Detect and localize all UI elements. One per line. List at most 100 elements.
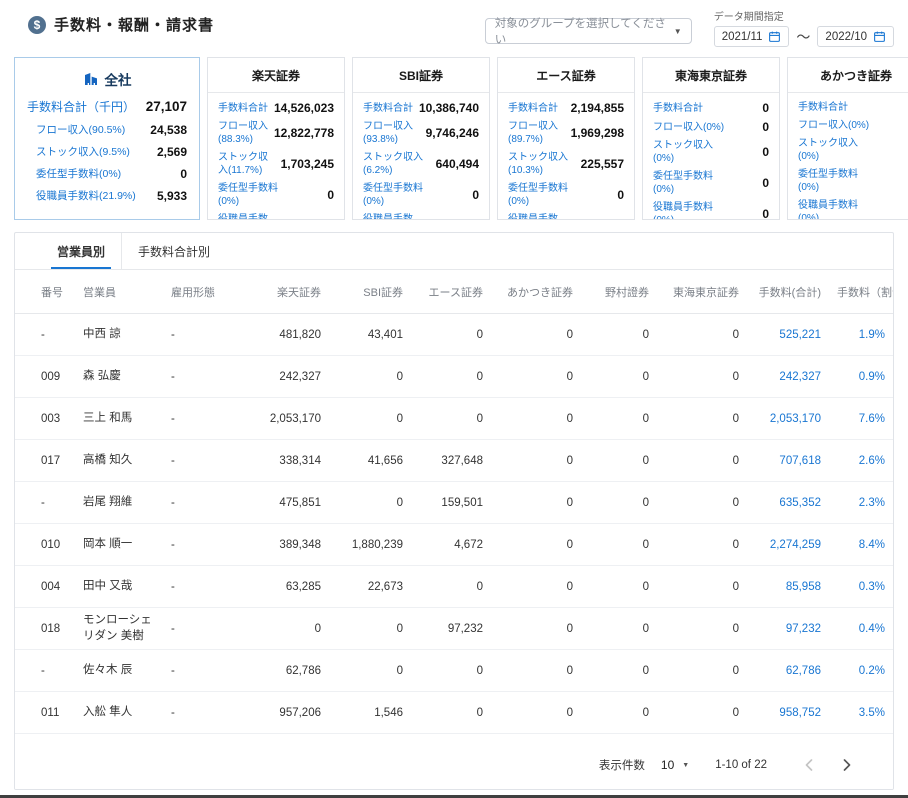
stat-value: 2,194,855 [571, 101, 624, 115]
app-screen: $ 手数料・報酬・請求書 対象のグループを選択してください ▼ データ期間指定 … [0, 0, 908, 790]
table-cell: 003 [15, 413, 75, 425]
stat-label: ストック収入(11.7%) [218, 151, 277, 177]
table-cell: 0 [411, 371, 491, 383]
table-cell: 0 [581, 413, 657, 425]
table-cell: 525,221 [747, 329, 829, 341]
table-cell: 田中 又哉 [75, 579, 163, 595]
table-cell: 481,820 [233, 329, 329, 341]
table-cell: - [163, 665, 233, 677]
table-row[interactable]: 018モンローシェリダン 美樹-0097,23200097,2320.4% [15, 608, 893, 650]
stat-row: 手数料合計0 [653, 101, 769, 115]
stat-label: ストック収入(0%) [653, 139, 727, 165]
table-row[interactable]: 010岡本 順一-389,3481,880,2394,6720002,274,2… [15, 524, 893, 566]
period-to-value: 2022/10 [825, 31, 867, 43]
broker-summary-card: SBI証券手数料合計10,386,740フロー収入(93.8%)9,746,24… [352, 57, 490, 220]
column-header: 東海東京証券 [657, 284, 747, 300]
table-cell: 0 [491, 707, 581, 719]
stat-label: ストック収入(10.3%) [508, 151, 577, 177]
table-cell: 0.3% [829, 581, 893, 593]
tabs: 営業員別 手数料合計別 [15, 233, 893, 270]
table-cell: 0 [581, 539, 657, 551]
column-header: エース証券 [411, 284, 491, 300]
table-cell: 中西 諒 [75, 327, 163, 343]
table-cell: 0 [411, 581, 491, 593]
table-row[interactable]: 011入舩 隼人-957,2061,5460000958,7523.5% [15, 692, 893, 734]
stat-value: 0 [762, 176, 769, 190]
broker-summary-card: 東海東京証券手数料合計0フロー収入(0%)0ストック収入(0%)0委任型手数料(… [642, 57, 780, 220]
stat-label: 手数料合計 [653, 102, 703, 115]
table-cell: 0 [581, 455, 657, 467]
stat-value: 0 [617, 188, 624, 202]
table-cell: 0 [411, 707, 491, 719]
stat-row: 委任型手数料(0%)0 [218, 182, 334, 208]
table-cell: 009 [15, 371, 75, 383]
stat-value: 1,969,298 [571, 126, 624, 140]
stat-label: 役職員手数料(0%) [653, 201, 727, 220]
table-cell: 0 [329, 665, 411, 677]
table-cell: 41,656 [329, 455, 411, 467]
stat-value: 24,538 [150, 123, 187, 137]
table-cell: 0 [581, 329, 657, 341]
stat-value: 5,933 [157, 189, 187, 203]
stat-label: フロー収入(90.5%) [36, 122, 125, 137]
table-cell: 入舩 隼人 [75, 705, 163, 721]
table-cell: - [15, 665, 75, 677]
table-cell: 0 [657, 707, 747, 719]
stat-label: 委任型手数料(0%) [508, 182, 582, 208]
table-cell: - [163, 623, 233, 635]
tab-by-salesperson[interactable]: 営業員別 [41, 233, 121, 269]
table-cell: 高橋 知久 [75, 453, 163, 469]
table-cell: - [163, 497, 233, 509]
table-cell: 43,401 [329, 329, 411, 341]
group-select[interactable]: 対象のグループを選択してください ▼ [485, 18, 692, 44]
period-from-input[interactable]: 2021/11 [714, 26, 790, 47]
stat-label: 役職員手数料(9.2%) [218, 213, 277, 220]
table-row[interactable]: -岩尾 翔維-475,8510159,501000635,3522.3% [15, 482, 893, 524]
chevron-right-icon [837, 755, 857, 775]
table-cell: 0 [491, 581, 581, 593]
table-row[interactable]: 003三上 和馬-2,053,170000002,053,1707.6% [15, 398, 893, 440]
stat-label: フロー収入(89.7%) [508, 120, 567, 146]
tab-by-fee-total[interactable]: 手数料合計別 [121, 233, 226, 269]
stat-label: 手数料合計 [798, 101, 848, 114]
table-row[interactable]: 009森 弘慶-242,32700000242,3270.9% [15, 356, 893, 398]
table-cell: 0 [657, 665, 747, 677]
page-size-select[interactable]: 10 ▼ [661, 758, 689, 772]
stat-label: 手数料合計 [218, 102, 268, 115]
table-row[interactable]: -佐々木 辰-62,7860000062,7860.2% [15, 650, 893, 692]
broker-cards: 楽天証券手数料合計14,526,023フロー収入(88.3%)12,822,77… [207, 57, 908, 220]
broker-card-body: 手数料合計2,194,855フロー収入(89.7%)1,969,298ストック収… [498, 93, 634, 220]
table-cell: 佐々木 辰 [75, 663, 163, 679]
table-row[interactable]: -中西 諒-481,82043,4010000525,2211.9% [15, 314, 893, 356]
topbar: $ 手数料・報酬・請求書 対象のグループを選択してください ▼ データ期間指定 … [0, 0, 908, 52]
building-icon [83, 71, 99, 87]
table-cell: 0 [657, 455, 747, 467]
table-cell: - [15, 497, 75, 509]
table-cell: 森 弘慶 [75, 369, 163, 385]
period-from-value: 2021/11 [722, 31, 763, 43]
period-to-input[interactable]: 2022/10 [817, 26, 894, 47]
column-header: SBI証券 [329, 284, 411, 300]
prev-page-button[interactable] [797, 753, 821, 777]
stat-value: 14,526,023 [274, 101, 334, 115]
table-cell: 0 [581, 623, 657, 635]
table-cell: 2,053,170 [747, 413, 829, 425]
table-cell: 018 [15, 623, 75, 635]
next-page-button[interactable] [835, 753, 859, 777]
caret-down-icon: ▼ [674, 27, 682, 36]
table-cell: 2,274,259 [747, 539, 829, 551]
table-cell: 0 [329, 623, 411, 635]
table-cell: 0 [491, 539, 581, 551]
broker-summary-card: あかつき証券手数料合計フロー収入(0%)ストック収入(0%)委任型手数料(0%)… [787, 57, 908, 220]
stat-row: 役職員手数料(21.9%) 5,933 [27, 188, 187, 203]
stat-value: 2,569 [157, 145, 187, 159]
table-cell: 0 [411, 665, 491, 677]
stat-row: 手数料合計10,386,740 [363, 101, 479, 115]
table-row[interactable]: 017高橋 知久-338,31441,656327,648000707,6182… [15, 440, 893, 482]
table-cell: 0 [657, 371, 747, 383]
page-size-label: 表示件数 [599, 757, 645, 773]
table-row[interactable]: 004田中 又哉-63,28522,673000085,9580.3% [15, 566, 893, 608]
stat-row: ストック収入(0%) [798, 137, 908, 163]
table-cell: 957,206 [233, 707, 329, 719]
table-cell: 0 [491, 665, 581, 677]
